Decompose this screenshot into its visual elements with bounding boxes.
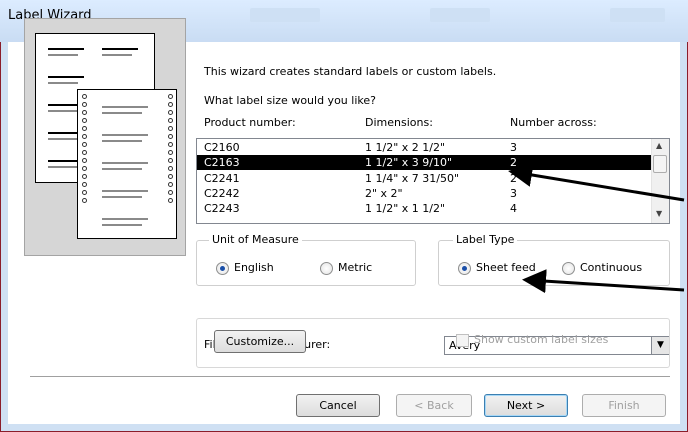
list-item[interactable]: C2242 2" x 2" 3 [197, 186, 653, 201]
sheet-feed-radio[interactable] [458, 262, 471, 275]
header-dimensions: Dimensions: [365, 116, 433, 129]
show-custom-sizes-label[interactable]: Show custom label sizes [474, 333, 608, 346]
cancel-button[interactable]: Cancel [296, 394, 380, 417]
list-item[interactable]: C2243 1 1/2" x 1 1/2" 4 [197, 201, 653, 216]
scroll-up-icon[interactable]: ▲ [656, 141, 662, 150]
scroll-down-icon[interactable]: ▼ [656, 209, 662, 218]
scroll-thumb[interactable] [653, 155, 667, 173]
english-radio[interactable] [216, 262, 229, 275]
metric-label[interactable]: Metric [338, 261, 372, 274]
intro-text: This wizard creates standard labels or c… [204, 65, 497, 78]
metric-radio[interactable] [320, 262, 333, 275]
product-number-cell: C2242 [204, 187, 240, 200]
unit-of-measure-group: Unit of Measure [196, 233, 416, 286]
unit-of-measure-legend: Unit of Measure [209, 233, 302, 246]
dimensions-cell: 1 1/2" x 2 1/2" [365, 141, 446, 154]
next-button[interactable]: Next > [484, 394, 568, 417]
label-size-question: What label size would you like? [204, 94, 376, 107]
sheet-feed-label[interactable]: Sheet feed [476, 261, 536, 274]
dimensions-cell: 1 1/4" x 7 31/50" [365, 172, 460, 185]
show-custom-sizes-checkbox[interactable] [456, 334, 469, 347]
title-bar-background-text [610, 8, 665, 22]
customize-button[interactable]: Customize... [214, 330, 306, 353]
finish-button[interactable]: Finish [582, 394, 666, 417]
number-across-cell: 3 [510, 141, 517, 154]
dimensions-cell: 2" x 2" [365, 187, 403, 200]
title-bar-background-text [430, 8, 490, 22]
number-across-cell: 4 [510, 202, 517, 215]
english-label[interactable]: English [234, 261, 274, 274]
product-number-cell: C2241 [204, 172, 240, 185]
label-sheet-front [77, 89, 177, 239]
label-size-list[interactable]: C2160 1 1/2" x 2 1/2" 3 C2163 1 1/2" x 3… [196, 138, 670, 224]
title-bar-background-text [250, 8, 320, 22]
product-number-cell: C2160 [204, 141, 240, 154]
continuous-label[interactable]: Continuous [580, 261, 642, 274]
dimensions-cell: 1 1/2" x 1 1/2" [365, 202, 446, 215]
label-wizard-window: Label Wizard This wizard creates standar… [0, 0, 688, 432]
continuous-radio[interactable] [562, 262, 575, 275]
list-item-selected[interactable]: C2163 1 1/2" x 3 9/10" 2 [197, 155, 653, 170]
dimensions-cell: 1 1/2" x 3 9/10" [365, 156, 453, 169]
label-type-legend: Label Type [453, 233, 518, 246]
number-across-cell: 2 [510, 156, 517, 169]
header-number-across: Number across: [510, 116, 597, 129]
label-illustration [24, 18, 186, 256]
number-across-cell: 2 [510, 172, 517, 185]
back-button[interactable]: < Back [396, 394, 472, 417]
product-number-cell: C2243 [204, 202, 240, 215]
number-across-cell: 3 [510, 187, 517, 200]
list-scrollbar[interactable]: ▲ ▼ [651, 139, 669, 223]
list-item[interactable]: C2241 1 1/4" x 7 31/50" 2 [197, 171, 653, 186]
list-item[interactable]: C2160 1 1/2" x 2 1/2" 3 [197, 140, 653, 155]
footer-separator-highlight [30, 377, 670, 378]
header-product-number: Product number: [204, 116, 296, 129]
product-number-cell: C2163 [204, 156, 240, 169]
